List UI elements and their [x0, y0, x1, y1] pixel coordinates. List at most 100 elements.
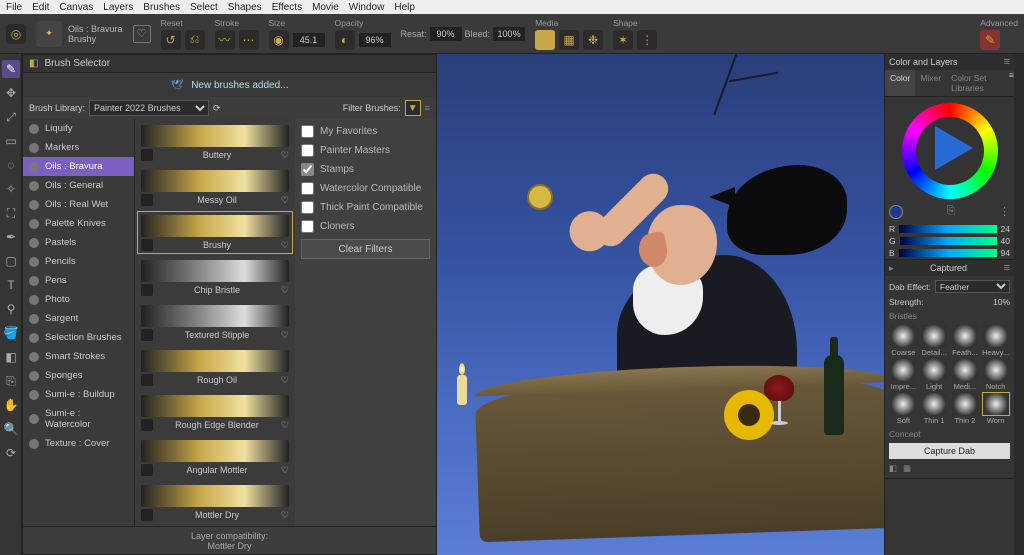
clone-color-icon[interactable]: ⎘ [947, 205, 956, 219]
shape-tool-icon[interactable]: ▢ [2, 252, 20, 270]
b-slider[interactable] [899, 249, 997, 257]
brush-tool-icon[interactable]: ✎ [2, 60, 20, 78]
menu-window[interactable]: Window [349, 2, 385, 13]
category-sumi-e-watercolor[interactable]: Sumi-e : Watercolor [23, 404, 134, 434]
filter-watercolor[interactable]: Watercolor Compatible [301, 182, 430, 195]
category-texture-cover[interactable]: Texture : Cover [23, 434, 134, 453]
strength-value[interactable]: 10% [993, 297, 1010, 307]
variant-angular-mottler[interactable]: Angular Mottler♡ [137, 436, 293, 479]
resat-field[interactable] [430, 27, 462, 41]
stroke-dab-icon[interactable]: 〰 [215, 30, 235, 50]
opacity-field[interactable] [359, 33, 391, 47]
lib-refresh-icon[interactable]: ⟳ [213, 103, 221, 114]
filter-painter-masters[interactable]: Painter Masters [301, 144, 430, 157]
bleed-field[interactable] [493, 27, 525, 41]
bristle-light[interactable]: Light [920, 359, 949, 391]
zoom-tool-icon[interactable]: 🔍 [2, 420, 20, 438]
bucket-tool-icon[interactable]: 🪣 [2, 324, 20, 342]
capture-opt2-icon[interactable]: ▦ [903, 463, 911, 474]
reset-all-icon[interactable]: ⎌ [185, 30, 205, 50]
variant-brushy[interactable]: Brushy♡ [137, 211, 293, 254]
variant-messy-oil[interactable]: Messy Oil♡ [137, 166, 293, 209]
move-tool-icon[interactable]: ✥ [2, 84, 20, 102]
menu-file[interactable]: File [6, 2, 22, 13]
category-selection-brushes[interactable]: Selection Brushes [23, 328, 134, 347]
media-flow-icon[interactable]: ❉ [583, 30, 603, 50]
category-oils-general[interactable]: Oils : General [23, 176, 134, 195]
bristle-feath-[interactable]: Feath... [951, 325, 980, 357]
menu-movie[interactable]: Movie [312, 2, 339, 13]
capture-opt1-icon[interactable]: ◧ [889, 463, 897, 474]
size-field[interactable] [293, 33, 325, 47]
menu-select[interactable]: Select [190, 2, 218, 13]
advanced-brush-icon[interactable]: ✎ [980, 30, 1000, 50]
menu-layers[interactable]: Layers [103, 2, 133, 13]
lasso-tool-icon[interactable]: ◌ [2, 156, 20, 174]
bristle-soft[interactable]: Soft [889, 393, 918, 425]
menu-brushes[interactable]: Brushes [143, 2, 180, 13]
variant-rough-edge-blender[interactable]: Rough Edge Blender♡ [137, 391, 293, 434]
menu-help[interactable]: Help [394, 2, 415, 13]
category-pens[interactable]: Pens [23, 271, 134, 290]
category-smart-strokes[interactable]: Smart Strokes [23, 347, 134, 366]
variant-chip-bristle[interactable]: Chip Bristle♡ [137, 256, 293, 299]
r-slider[interactable] [899, 225, 996, 233]
variant-buttery[interactable]: Buttery♡ [137, 121, 293, 164]
tab-color[interactable]: Color [885, 70, 915, 96]
bristle-worn[interactable]: Worn [981, 393, 1010, 425]
drag-handle-icon[interactable]: ◧ [29, 58, 38, 69]
bristle-heavy-[interactable]: Heavy... [981, 325, 1010, 357]
dab-effect-select[interactable]: Feather [935, 280, 1010, 293]
canvas[interactable] [437, 54, 884, 555]
tab-mixer[interactable]: Mixer [915, 70, 946, 96]
panel-menu-icon[interactable]: ≡ [1004, 56, 1010, 68]
size-icon[interactable]: ◉ [269, 30, 289, 50]
filter-icon[interactable]: ▼ [405, 100, 421, 116]
category-sumi-e-buildup[interactable]: Sumi-e : Buildup [23, 385, 134, 404]
filter-menu-icon[interactable]: ≡ [425, 103, 430, 113]
right-scrollbar[interactable] [1014, 54, 1024, 555]
brush-category-list[interactable]: LiquifyMarkersOils : BravuraOils : Gener… [23, 119, 135, 526]
reset-brush-icon[interactable]: ↺ [161, 30, 181, 50]
menu-effects[interactable]: Effects [272, 2, 302, 13]
media-paper-icon[interactable]: ▦ [559, 30, 579, 50]
bristle-impre-[interactable]: Impre... [889, 359, 918, 391]
category-photo[interactable]: Photo [23, 290, 134, 309]
category-pencils[interactable]: Pencils [23, 252, 134, 271]
category-liquify[interactable]: Liquify [23, 119, 134, 138]
tab-color-set[interactable]: Color Set Libraries [946, 70, 1009, 96]
clear-filters-button[interactable]: Clear Filters [301, 239, 430, 259]
brush-selector-header[interactable]: ◧ Brush Selector [23, 55, 436, 73]
media-color-icon[interactable] [535, 30, 555, 50]
filter-cloners[interactable]: Cloners [301, 220, 430, 233]
capture-dab-button[interactable]: Capture Dab [889, 443, 1010, 459]
dropper-tool-icon[interactable]: ⚲ [2, 300, 20, 318]
shape-opts-icon[interactable]: ⋮ [637, 30, 657, 50]
color-wheel[interactable] [902, 103, 998, 199]
color-options-icon[interactable]: ⋮ [999, 205, 1010, 219]
menu-shapes[interactable]: Shapes [228, 2, 262, 13]
category-markers[interactable]: Markers [23, 138, 134, 157]
category-pastels[interactable]: Pastels [23, 233, 134, 252]
pen-tool-icon[interactable]: ✒ [2, 228, 20, 246]
bristle-notch[interactable]: Notch [981, 359, 1010, 391]
category-sargent[interactable]: Sargent [23, 309, 134, 328]
current-brush-pill[interactable]: ✦ Oils : Bravura Brushy [36, 21, 123, 47]
new-brushes-banner[interactable]: 🕊 New brushes added... [23, 73, 436, 97]
bristle-thin-1[interactable]: Thin 1 [920, 393, 949, 425]
category-palette-knives[interactable]: Palette Knives [23, 214, 134, 233]
bristle-thin-2[interactable]: Thin 2 [951, 393, 980, 425]
hand-tool-icon[interactable]: ✋ [2, 396, 20, 414]
bristle-detail-[interactable]: Detail... [920, 325, 949, 357]
category-sponges[interactable]: Sponges [23, 366, 134, 385]
filter-stamps[interactable]: Stamps [301, 163, 430, 176]
filter-thick-paint[interactable]: Thick Paint Compatible [301, 201, 430, 214]
menu-canvas[interactable]: Canvas [59, 2, 93, 13]
bristle-medi-[interactable]: Medi... [951, 359, 980, 391]
captured-menu-icon[interactable]: ≡ [1004, 262, 1010, 274]
menu-edit[interactable]: Edit [32, 2, 49, 13]
favorite-button[interactable]: ♡ [133, 25, 151, 43]
opacity-icon[interactable]: ◐ [335, 30, 355, 50]
category-oils-bravura[interactable]: Oils : Bravura [23, 157, 134, 176]
variant-mottler-dry[interactable]: Mottler Dry♡ [137, 481, 293, 524]
